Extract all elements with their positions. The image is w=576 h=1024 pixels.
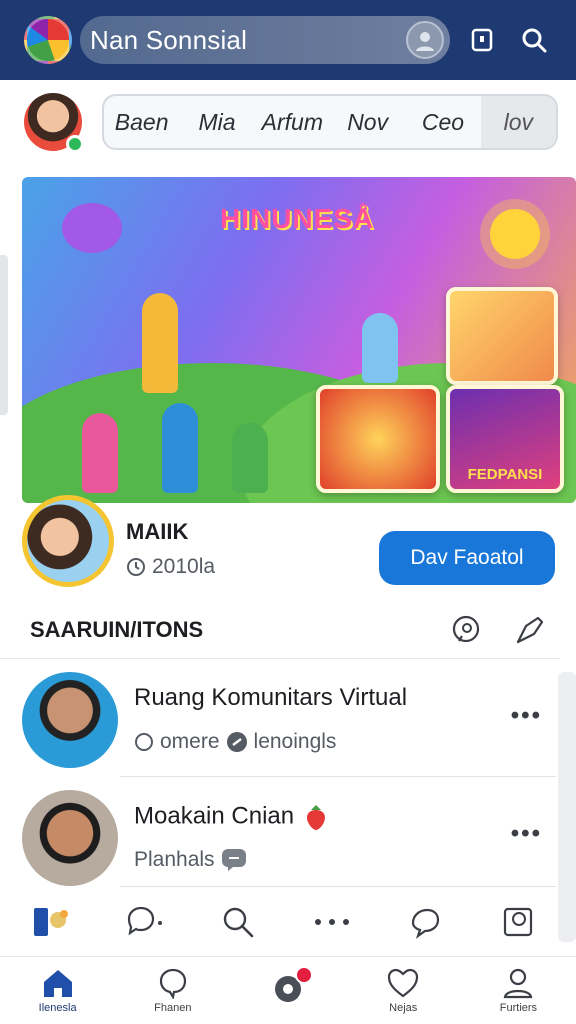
section-title: SAARUIN/ITONS <box>30 617 204 642</box>
profile-row: MAIIK 2010la Dav Faoatol <box>22 495 562 591</box>
game-card-2[interactable] <box>316 385 440 493</box>
kid-illustration <box>362 313 398 383</box>
post-avatar[interactable] <box>22 672 118 768</box>
sun-illustration <box>490 209 540 259</box>
chip-3[interactable]: Arfum <box>255 109 330 136</box>
media-icon[interactable] <box>30 900 74 944</box>
post-actions-row <box>30 895 540 949</box>
kid-illustration <box>162 403 198 493</box>
person-icon <box>504 968 533 999</box>
kid-illustration <box>82 413 118 493</box>
chip-5[interactable]: Ceo <box>405 109 480 136</box>
my-avatar[interactable] <box>24 93 84 153</box>
profile-avatar[interactable] <box>406 21 444 59</box>
pin-icon[interactable] <box>510 610 550 650</box>
more-icon[interactable] <box>310 900 354 944</box>
online-indicator <box>66 135 84 153</box>
post-meta: omere lenoingls <box>134 730 336 754</box>
nav-chat[interactable]: Fhanen <box>115 957 230 1024</box>
post-meta-left: Planhals <box>134 848 215 871</box>
top-bar: Nan Sonnsial <box>0 0 576 80</box>
banner-title: HINUNESÅ <box>220 203 375 234</box>
chat-icon <box>159 968 186 999</box>
chip-4[interactable]: Nov <box>330 109 405 136</box>
nav-profile[interactable]: Furtiers <box>461 957 576 1024</box>
nav-label: Ilenesla <box>38 1002 77 1014</box>
left-scroll-edge <box>0 255 8 415</box>
link-icon <box>226 732 247 752</box>
notification-badge <box>295 966 313 984</box>
category-chips: Baen Mia Arfum Nov Ceo lov <box>102 94 558 150</box>
notification-icon <box>271 966 313 1009</box>
game-card-3[interactable]: FEDPANSI <box>446 385 564 493</box>
chip-6[interactable]: lov <box>480 96 556 148</box>
chip-1[interactable]: Baen <box>104 109 179 136</box>
heart-icon <box>388 968 419 998</box>
strawberry-icon <box>306 805 325 830</box>
nav-home[interactable]: Ilenesla <box>0 957 115 1024</box>
post-title[interactable]: Moakain Cnian <box>134 802 331 832</box>
planet-illustration <box>62 203 122 253</box>
kid-illustration <box>232 423 268 493</box>
post-title-text: Moakain Cnian <box>134 802 295 830</box>
post-meta: Planhals <box>134 848 247 872</box>
chip-2[interactable]: Mia <box>179 109 254 136</box>
stories-row: Baen Mia Arfum Nov Ceo lov <box>0 80 576 164</box>
divider <box>120 776 556 777</box>
nav-label: Furtiers <box>499 1002 538 1014</box>
search-icon[interactable] <box>514 20 554 60</box>
bookmark-icon[interactable] <box>462 20 502 60</box>
profile-subtitle-text: 2010la <box>152 555 216 578</box>
card-label: FEDPANSI <box>467 466 543 483</box>
home-icon <box>43 970 72 997</box>
more-options-icon[interactable]: ••• <box>511 702 542 730</box>
divider <box>120 886 556 887</box>
profile-name[interactable]: MAIIK <box>126 519 188 545</box>
hero-banner[interactable]: HINUNESÅ FEDPANSI <box>22 177 576 503</box>
post-title[interactable]: Ruang Komunitars Virtual <box>134 684 407 712</box>
search-icon[interactable] <box>216 900 260 944</box>
message-icon[interactable] <box>446 610 486 650</box>
section-header: SAARUIN/ITONS <box>30 606 550 654</box>
post-meta-right: lenoingls <box>253 730 337 753</box>
app-title: Nan Sonnsial <box>90 24 248 55</box>
post-meta-left: omere <box>160 730 220 753</box>
list-item[interactable]: Moakain Cnian Planhals ••• <box>22 782 558 892</box>
share-icon[interactable] <box>403 900 447 944</box>
clock-icon <box>127 558 145 576</box>
title-pill[interactable]: Nan Sonnsial <box>80 16 450 64</box>
circle-icon <box>135 733 153 751</box>
nav-likes[interactable]: Nejas <box>346 957 461 1024</box>
app-logo[interactable] <box>24 16 72 64</box>
list-scrollbar[interactable] <box>558 672 576 942</box>
bottom-nav: Ilenesla Fhanen Nejas Furtiers <box>0 956 576 1024</box>
nav-label: Fhanen <box>154 1002 192 1014</box>
list-item[interactable]: Ruang Komunitars Virtual omere lenoingls… <box>22 664 558 774</box>
profile-subtitle: 2010la <box>126 555 215 579</box>
profile-photo[interactable] <box>22 495 114 587</box>
primary-action-button[interactable]: Dav Faoatol <box>379 531 555 585</box>
game-card-1[interactable] <box>446 287 558 385</box>
comment-icon[interactable] <box>123 900 167 944</box>
nav-label: Nejas <box>389 1002 418 1014</box>
more-options-icon[interactable]: ••• <box>511 820 542 848</box>
nav-notifications[interactable] <box>230 957 345 1024</box>
save-icon[interactable] <box>496 900 540 944</box>
reply-icon <box>221 849 246 871</box>
post-avatar[interactable] <box>22 790 118 886</box>
kid-illustration <box>142 293 178 393</box>
